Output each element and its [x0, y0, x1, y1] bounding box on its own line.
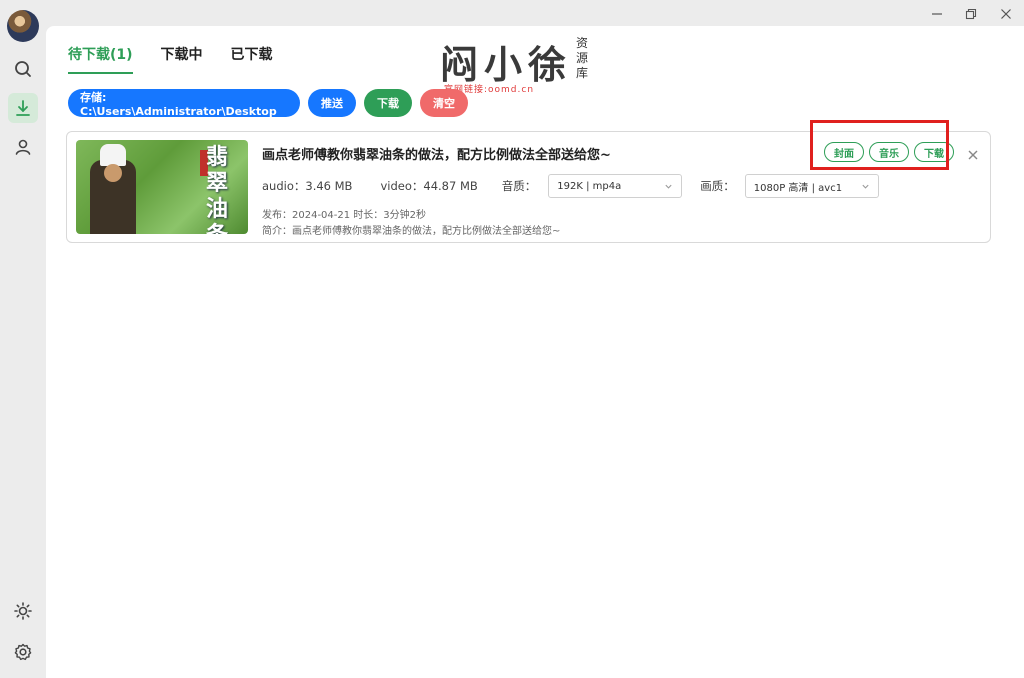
minimize-button[interactable] [926, 5, 948, 23]
restore-icon [965, 8, 977, 20]
item-title: 画点老师傅教你翡翠油条的做法，配方比例做法全部送给您~ [262, 148, 611, 163]
sun-icon [14, 602, 32, 620]
avatar[interactable] [7, 10, 39, 42]
settings-button[interactable] [8, 637, 38, 667]
video-size: 44.87 MB [423, 179, 478, 193]
video-quality-label: 画质： [700, 179, 735, 193]
close-window-button[interactable] [995, 5, 1017, 23]
audio-quality-select[interactable]: 192K | mp4a [548, 174, 683, 198]
sidebar-item-search[interactable] [8, 54, 38, 84]
theme-toggle[interactable] [8, 596, 38, 626]
list-item: 翡翠油条 画点老师傅教你翡翠油条的做法，配方比例做法全部送给您~ 封面 音乐 下… [66, 120, 991, 243]
sidebar-item-download[interactable] [8, 93, 38, 123]
annotation-highlight-box [810, 120, 949, 170]
chevron-down-icon [665, 184, 672, 189]
user-icon [15, 139, 31, 155]
audio-size: 3.46 MB [305, 179, 353, 193]
push-button[interactable]: 推送 [308, 89, 356, 117]
watermark-main: 闷小徐 [440, 43, 573, 87]
restore-button[interactable] [960, 5, 982, 23]
chef-face [104, 164, 122, 182]
download-all-button[interactable]: 下载 [364, 89, 412, 117]
close-icon [968, 150, 978, 160]
minimize-icon [932, 13, 942, 15]
watermark-logo: 闷小徐 资源库 官网链接:oomd.cn [440, 34, 610, 95]
download-icon [16, 100, 30, 116]
video-quality-value: 1080P 高清 | avc1 [753, 182, 843, 194]
tab-downloaded[interactable]: 已下载 [231, 44, 273, 74]
audio-label: audio： [262, 179, 306, 193]
audio-quality-value: 192K | mp4a [557, 180, 622, 192]
publish-info: 发布：2024-04-21 时长：3分钟2秒 [262, 210, 427, 221]
thumbnail-title: 翡翠油条 [206, 144, 229, 234]
sidebar-item-user[interactable] [8, 132, 38, 162]
intro-info: 简介：画点老师傅教你翡翠油条的做法，配方比例做法全部送给您~ [262, 226, 561, 237]
search-icon [15, 61, 31, 77]
chevron-down-icon [862, 184, 869, 189]
clear-button[interactable]: 清空 [420, 89, 468, 117]
tab-downloading[interactable]: 下载中 [161, 44, 203, 74]
gear-icon [14, 643, 32, 661]
tab-pending[interactable]: 待下载(1) [68, 44, 133, 74]
remove-item-button[interactable] [967, 146, 981, 160]
audio-quality-label: 音质： [501, 179, 537, 193]
main-panel: 待下载(1) 下载中 已下载 闷小徐 资源库 官网链接:oomd.cn 存储: … [46, 26, 1024, 678]
close-icon [1001, 9, 1011, 19]
toolbar: 存储: C:\Users\Administrator\Desktop 推送 下载… [68, 89, 468, 118]
storage-path-button[interactable]: 存储: C:\Users\Administrator\Desktop [68, 89, 300, 118]
media-meta-row: audio： 3.46 MB video： 44.87 MB 音质： 192K … [262, 174, 879, 198]
watermark-side: 资源库 [576, 36, 589, 80]
tab-bar: 待下载(1) 下载中 已下载 [68, 44, 273, 74]
chef-hat [100, 144, 126, 166]
video-label: video： [380, 179, 424, 193]
sidebar [0, 0, 46, 678]
video-quality-select[interactable]: 1080P 高清 | avc1 [744, 174, 879, 198]
video-thumbnail: 翡翠油条 [76, 140, 248, 234]
